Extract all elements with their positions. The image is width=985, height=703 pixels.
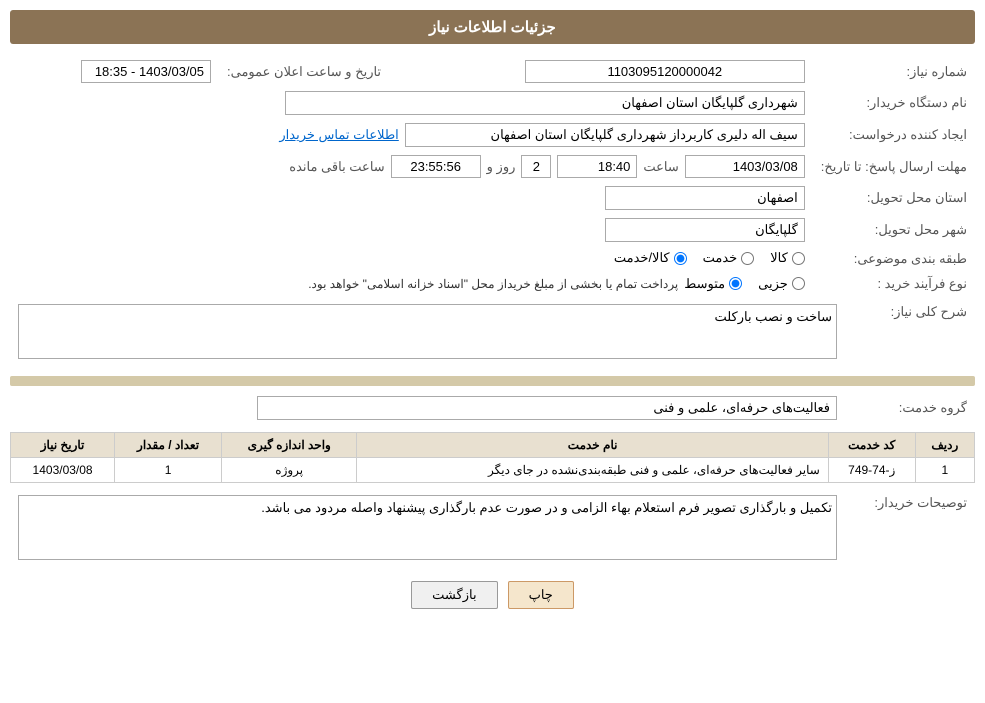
desc-watermark-container [18,304,837,362]
services-section-title [10,376,975,386]
print-button[interactable]: چاپ [508,581,574,609]
main-form-table: شماره نیاز: 1103095120000042 تاریخ و ساع… [10,56,975,296]
label-need-number: شماره نیاز: [813,56,975,87]
value-province: اصفهان [605,186,805,210]
form-row-category: طبقه بندی موضوعی: کالا خدمت کالا/خدمت [10,246,975,272]
label-province: استان محل تحویل: [813,182,975,214]
process-option-motevaset[interactable]: متوسط [684,276,742,292]
form-row-buyer-org: نام دستگاه خریدار: شهرداری گلپایگان استا… [10,87,975,119]
form-row-buyer-notes: توصیحات خریدار: [10,491,975,567]
form-row-city: شهر محل تحویل: گلپایگان [10,214,975,246]
value-service-group: فعالیت‌های حرفه‌ای، علمی و فنی [257,396,837,420]
category-option-khedmat[interactable]: خدمت [703,250,755,266]
label-city: شهر محل تحویل: [813,214,975,246]
page-wrapper: جزئیات اطلاعات نیاز شماره نیاز: 11030951… [0,0,985,703]
label-deadline: مهلت ارسال پاسخ: تا تاریخ: [813,151,975,182]
value-deadline-time: 18:40 [557,155,637,178]
category-option-kala-khedmat[interactable]: کالا/خدمت [614,250,687,266]
process-note: پرداخت تمام یا بخشی از مبلغ خریداز محل "… [308,277,678,291]
form-row-service-group: گروه خدمت: فعالیت‌های حرفه‌ای، علمی و فن… [10,392,975,424]
value-city: گلپایگان [605,218,805,242]
form-row-province: استان محل تحویل: اصفهان [10,182,975,214]
form-row-deadline: مهلت ارسال پاسخ: تا تاریخ: 1403/03/08 سا… [10,151,975,182]
col-header-code: کد خدمت [828,432,915,457]
time-label: ساعت [643,159,678,175]
days-label: روز و [487,159,516,175]
contact-info-link[interactable]: اطلاعات تماس خریدار [279,127,398,143]
label-process-type: نوع فرآیند خرید : [813,272,975,296]
general-desc-textarea[interactable] [18,304,837,359]
general-desc-table: شرح کلی نیاز: [10,300,975,366]
col-header-date: تاریخ نیاز [11,432,115,457]
form-row-general-desc: شرح کلی نیاز: [10,300,975,366]
col-header-name: نام خدمت [357,432,828,457]
category-option-kala[interactable]: کالا [770,250,805,266]
form-row-process-type: نوع فرآیند خرید : جزیی متوسط پرداخت تمام… [10,272,975,296]
form-row-creator: ایجاد کننده درخواست: سیف اله دلیری کاربر… [10,119,975,151]
col-header-qty: تعداد / مقدار [115,432,222,457]
services-data-table: ردیف کد خدمت نام خدمت واحد اندازه گیری ت… [10,432,975,483]
process-option-jozi[interactable]: جزیی [758,276,805,292]
remaining-label: ساعت باقی مانده [289,159,384,175]
col-header-unit: واحد اندازه گیری [221,432,356,457]
buttons-row: چاپ بازگشت [10,581,975,609]
category-radio-group: کالا خدمت کالا/خدمت [614,250,805,266]
page-title: جزئیات اطلاعات نیاز [429,19,556,36]
value-buyer-org: شهرداری گلپایگان استان اصفهان [285,91,805,115]
service-group-table: گروه خدمت: فعالیت‌های حرفه‌ای، علمی و فن… [10,392,975,424]
label-general-desc: شرح کلی نیاز: [845,300,975,366]
back-button[interactable]: بازگشت [411,581,497,609]
page-header: جزئیات اطلاعات نیاز [10,10,975,44]
col-header-row: ردیف [915,432,974,457]
process-radio-group: جزیی متوسط [684,276,805,292]
value-deadline-date: 1403/03/08 [685,155,805,178]
value-need-number: 1103095120000042 [525,60,805,83]
label-buyer-org: نام دستگاه خریدار: [813,87,975,119]
value-announce-date: 1403/03/05 - 18:35 [81,60,211,83]
label-buyer-notes: توصیحات خریدار: [845,491,975,567]
label-creator: ایجاد کننده درخواست: [813,119,975,151]
value-deadline-days: 2 [521,155,551,178]
buyer-notes-textarea[interactable] [18,495,837,560]
table-row: 1 ز-74-749 سایر فعالیت‌های حرفه‌ای، علمی… [11,457,975,482]
form-row-need-number: شماره نیاز: 1103095120000042 تاریخ و ساع… [10,56,975,87]
label-service-group: گروه خدمت: [845,392,975,424]
table-header-row: ردیف کد خدمت نام خدمت واحد اندازه گیری ت… [11,432,975,457]
label-category: طبقه بندی موضوعی: [813,246,975,272]
label-announce-date: تاریخ و ساعت اعلان عمومی: [219,56,389,87]
buyer-notes-table: توصیحات خریدار: [10,491,975,567]
value-creator: سیف اله دلیری کاربرداز شهرداری گلپایگان … [405,123,805,147]
value-remaining-time: 23:55:56 [391,155,481,178]
